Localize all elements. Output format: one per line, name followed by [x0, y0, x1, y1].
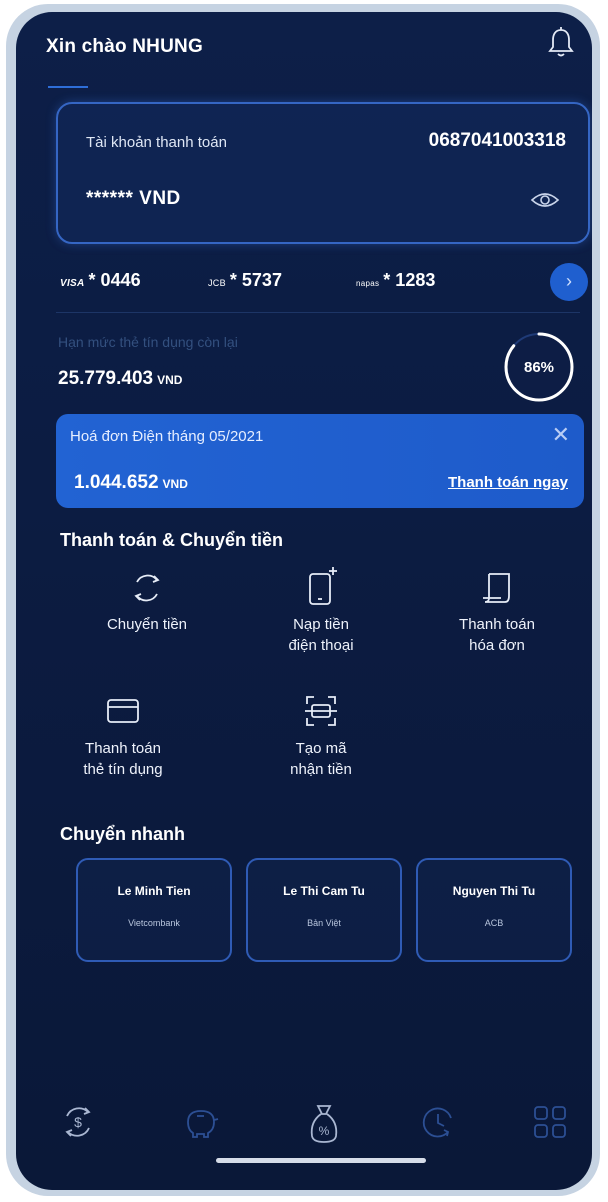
recipient-bank: Bản Việt — [307, 918, 341, 928]
credit-usage-gauge: 86% — [504, 332, 574, 402]
service-label-line1: Thanh toán — [85, 740, 161, 757]
service-label-line2: nhận tiền — [290, 761, 352, 778]
chevron-right-icon[interactable]: › — [550, 263, 588, 301]
greeting-text: Xin chào NHUNG — [46, 36, 203, 57]
bill-amount-value: 1.044.652 — [74, 472, 159, 493]
transfer-icon — [134, 574, 160, 602]
service-label: Chuyển tiền — [106, 616, 188, 633]
service-label-line1: Nạp tiền — [293, 616, 349, 633]
phone-topup-icon — [309, 567, 337, 605]
account-card[interactable]: Tài khoản thanh toán 0687041003318 *****… — [56, 102, 590, 244]
visa-logo: VISA — [60, 278, 85, 289]
service-label-line2: điện thoại — [288, 637, 354, 654]
account-label: Tài khoản thanh toán — [86, 134, 227, 151]
service-label: Thanh toán thẻ tín dụng — [48, 738, 198, 780]
napas-logo: napas — [356, 279, 380, 288]
services-title: Thanh toán & Chuyển tiền — [60, 530, 283, 550]
bill-banner[interactable]: Hoá đơn Điện tháng 05/2021 ✕ 1.044.652 VN… — [56, 414, 584, 508]
grid-menu-icon[interactable] — [530, 1102, 570, 1142]
jcb-logo: JCB — [208, 278, 226, 288]
linked-cards-row: VISA * 0446 JCB * 5737 napas * 1283 › — [56, 260, 592, 304]
service-label-line2: thẻ tín dụng — [83, 761, 163, 778]
quick-transfer-item[interactable]: Le Minh Tien Vietcombank — [76, 858, 232, 962]
card-number: * 5737 — [229, 270, 282, 290]
greeting-underline — [48, 86, 88, 88]
service-create-qr[interactable]: Tạo mã nhận tiền — [246, 692, 396, 780]
card-napas[interactable]: napas * 1283 — [356, 270, 435, 291]
divider — [56, 312, 580, 313]
quick-transfer-item[interactable]: Le Thi Cam Tu Bản Việt — [246, 858, 402, 962]
credit-percent-label: 86% — [524, 359, 554, 376]
clock-history-icon[interactable] — [418, 1102, 458, 1142]
bill-amount: 1.044.652 VND — [74, 472, 188, 494]
card-visa[interactable]: VISA * 0446 — [60, 270, 141, 291]
recipient-name: Nguyen Thi Tu — [452, 884, 536, 898]
svg-text:$: $ — [74, 1114, 82, 1130]
service-transfer[interactable]: Chuyển tiền — [72, 570, 222, 635]
bell-icon[interactable] — [546, 26, 576, 60]
account-number: 0687041003318 — [428, 130, 566, 151]
close-icon[interactable]: ✕ — [552, 422, 570, 448]
service-label: Thanh toán hóa đơn — [422, 614, 572, 656]
service-label: Nạp tiền điện thoại — [246, 614, 396, 656]
piggy-bank-icon[interactable] — [180, 1102, 222, 1142]
service-bill-payment[interactable]: Thanh toán hóa đơn — [422, 570, 572, 656]
credit-card-icon — [107, 699, 139, 723]
card-number: * 1283 — [383, 270, 436, 290]
money-exchange-icon[interactable]: $ — [60, 1102, 96, 1142]
recipient-name: Le Thi Cam Tu — [283, 884, 365, 898]
credit-limit-label: Hạn mức thẻ tín dụng còn lại — [58, 334, 238, 350]
bill-icon — [483, 573, 510, 603]
phone-frame: Xin chào NHUNG Tài khoản thanh toán 0687… — [6, 4, 600, 1196]
quick-transfer-title: Chuyển nhanh — [60, 824, 185, 844]
svg-text:%: % — [319, 1124, 330, 1138]
service-phone-topup[interactable]: Nạp tiền điện thoại — [246, 566, 396, 656]
home-indicator[interactable] — [216, 1158, 426, 1163]
recipient-bank: ACB — [484, 918, 504, 928]
recipient-name: Le Minh Tien — [117, 884, 191, 898]
app-screen: Xin chào NHUNG Tài khoản thanh toán 0687… — [16, 12, 592, 1190]
qr-scan-icon — [305, 696, 337, 726]
bill-title: Hoá đơn Điện tháng 05/2021 — [70, 428, 264, 445]
credit-amount-value: 25.779.403 — [58, 368, 154, 389]
pay-now-link[interactable]: Thanh toán ngay — [448, 474, 568, 491]
card-number: * 0446 — [88, 270, 141, 290]
credit-amount-unit: VND — [157, 373, 183, 387]
bill-amount-unit: VND — [162, 477, 188, 491]
money-bag-percent-icon[interactable]: % — [306, 1102, 342, 1146]
service-label-line1: Thanh toán — [459, 616, 535, 633]
service-label: Tạo mã nhận tiền — [246, 738, 396, 780]
credit-limit-amount: 25.779.403 VND — [58, 368, 182, 390]
service-label-line2: hóa đơn — [469, 637, 525, 654]
card-jcb[interactable]: JCB * 5737 — [208, 270, 282, 291]
service-credit-card-payment[interactable]: Thanh toán thẻ tín dụng — [48, 694, 198, 780]
account-balance: ****** VND — [86, 188, 181, 209]
service-label-line1: Tạo mã — [295, 740, 347, 757]
eye-icon[interactable] — [530, 190, 560, 210]
recipient-bank: Vietcombank — [128, 918, 180, 928]
quick-transfer-item[interactable]: Nguyen Thi Tu ACB — [416, 858, 572, 962]
